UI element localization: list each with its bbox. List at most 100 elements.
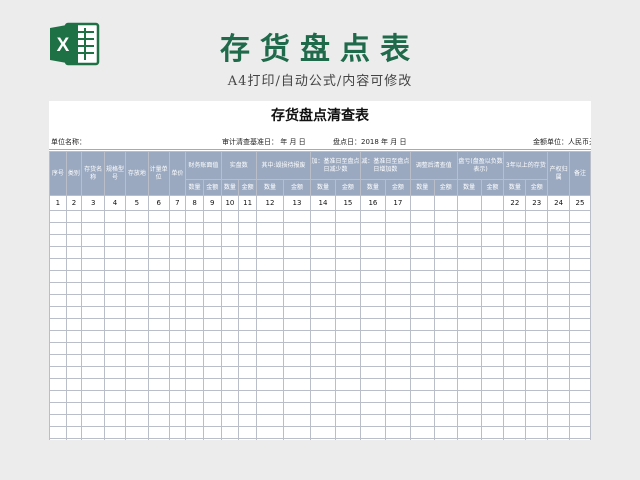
table-cell[interactable] (547, 414, 570, 427)
table-cell[interactable] (456, 318, 482, 331)
table-cell[interactable] (480, 414, 505, 427)
table-cell[interactable] (547, 306, 570, 319)
table-cell[interactable] (168, 318, 187, 331)
table-cell[interactable] (334, 222, 361, 235)
table-cell[interactable] (220, 246, 240, 259)
table-cell[interactable] (409, 390, 435, 403)
table-cell[interactable] (104, 210, 126, 223)
table-cell[interactable] (384, 438, 411, 440)
table-cell[interactable] (282, 366, 312, 379)
table-cell[interactable] (202, 270, 222, 283)
table-cell[interactable] (124, 258, 149, 271)
table-cell[interactable] (359, 234, 386, 247)
table-cell[interactable] (310, 294, 336, 307)
table-cell[interactable] (124, 330, 149, 343)
table-cell[interactable] (384, 414, 411, 427)
table-cell[interactable] (359, 438, 386, 440)
table-cell[interactable] (525, 258, 549, 271)
table-cell[interactable] (384, 378, 411, 391)
table-cell[interactable] (384, 342, 411, 355)
table-cell[interactable] (81, 294, 106, 307)
table-cell[interactable] (147, 246, 170, 259)
table-cell[interactable] (65, 282, 83, 295)
table-cell[interactable] (185, 390, 204, 403)
table-cell[interactable] (168, 414, 187, 427)
table-cell[interactable] (310, 306, 336, 319)
table-cell[interactable] (65, 222, 83, 235)
table-cell[interactable] (456, 390, 482, 403)
table-cell[interactable] (168, 390, 187, 403)
table-cell[interactable] (525, 378, 549, 391)
table-cell[interactable] (480, 378, 505, 391)
table-cell[interactable] (456, 234, 482, 247)
table-cell[interactable] (525, 354, 549, 367)
table-cell[interactable] (409, 438, 435, 440)
table-cell[interactable] (104, 258, 126, 271)
table-cell[interactable] (81, 426, 106, 439)
table-cell[interactable] (480, 438, 505, 440)
table-cell[interactable] (104, 402, 126, 415)
table-cell[interactable] (310, 246, 336, 259)
table-cell[interactable] (238, 330, 257, 343)
table-cell[interactable] (334, 366, 361, 379)
table-cell[interactable] (433, 366, 458, 379)
table-cell[interactable] (104, 234, 126, 247)
table-cell[interactable] (124, 282, 149, 295)
table-cell[interactable] (525, 234, 549, 247)
table-cell[interactable] (547, 294, 570, 307)
table-cell[interactable] (147, 426, 170, 439)
table-cell[interactable] (282, 318, 312, 331)
table-cell[interactable] (503, 378, 527, 391)
table-cell[interactable] (569, 438, 591, 440)
table-cell[interactable] (49, 282, 67, 295)
table-cell[interactable] (255, 438, 284, 440)
table-cell[interactable] (480, 426, 505, 439)
table-cell[interactable] (409, 270, 435, 283)
table-cell[interactable] (147, 270, 170, 283)
table-cell[interactable] (547, 318, 570, 331)
table-cell[interactable] (503, 330, 527, 343)
table-cell[interactable] (409, 354, 435, 367)
table-cell[interactable] (104, 342, 126, 355)
table-cell[interactable] (359, 354, 386, 367)
table-cell[interactable] (65, 378, 83, 391)
table-cell[interactable] (238, 414, 257, 427)
table-cell[interactable] (310, 366, 336, 379)
table-cell[interactable] (456, 402, 482, 415)
table-cell[interactable] (525, 222, 549, 235)
table-cell[interactable] (503, 402, 527, 415)
table-cell[interactable] (49, 270, 67, 283)
table-cell[interactable] (220, 282, 240, 295)
table-cell[interactable] (334, 414, 361, 427)
table-cell[interactable] (147, 294, 170, 307)
table-cell[interactable] (49, 234, 67, 247)
table-cell[interactable] (334, 234, 361, 247)
table-cell[interactable] (384, 306, 411, 319)
table-cell[interactable] (359, 258, 386, 271)
table-cell[interactable] (255, 318, 284, 331)
table-cell[interactable] (480, 342, 505, 355)
table-cell[interactable] (433, 294, 458, 307)
table-cell[interactable] (480, 294, 505, 307)
table-cell[interactable] (359, 318, 386, 331)
table-cell[interactable] (384, 390, 411, 403)
table-cell[interactable] (525, 210, 549, 223)
table-cell[interactable] (185, 318, 204, 331)
table-cell[interactable] (334, 390, 361, 403)
table-cell[interactable] (168, 270, 187, 283)
table-cell[interactable] (334, 270, 361, 283)
table-cell[interactable] (503, 318, 527, 331)
table-cell[interactable] (202, 222, 222, 235)
table-cell[interactable] (384, 366, 411, 379)
table-cell[interactable] (65, 210, 83, 223)
table-cell[interactable] (124, 342, 149, 355)
table-cell[interactable] (456, 378, 482, 391)
table-cell[interactable] (65, 294, 83, 307)
table-cell[interactable] (202, 366, 222, 379)
table-cell[interactable] (124, 270, 149, 283)
table-cell[interactable] (49, 378, 67, 391)
table-cell[interactable] (334, 294, 361, 307)
table-cell[interactable] (480, 282, 505, 295)
table-cell[interactable] (147, 330, 170, 343)
table-cell[interactable] (65, 438, 83, 440)
